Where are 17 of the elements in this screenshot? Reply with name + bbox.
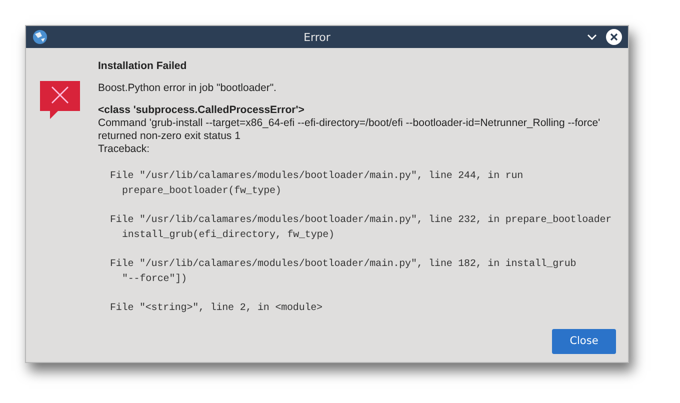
window-title: Error: [302, 30, 332, 44]
detail-line: returned non-zero exit status 1: [98, 130, 242, 143]
close-button[interactable]: Close: [552, 328, 616, 354]
traceback-line: File "/usr/lib/calamares/modules/bootloader/main.py", line 232, in prepare_bootloader: [110, 214, 612, 228]
exception-class: <class 'subprocess.CalledProcessError'>: [98, 104, 306, 117]
traceback-line: File "<string>", line 2, in <module>: [110, 302, 324, 316]
error-heading: Installation Failed: [98, 60, 188, 73]
traceback-line: File "/usr/lib/calamares/modules/bootloader/main.py", line 182, in install_grub: [110, 258, 578, 272]
globe-icon: [32, 29, 48, 45]
detail-line: Command 'grub-install --target=x86_64-efi --efi-directory=/boot/efi --bootloader-id=Netrunner_Rolling --force': [98, 117, 602, 130]
traceback-code: prepare_bootloader(fw_type): [121, 184, 282, 199]
traceback-line: File "/usr/lib/calamares/modules/bootloader/main.py", line 244, in run: [110, 170, 524, 184]
error-message: Boost.Python error in job "bootloader".: [98, 82, 278, 95]
traceback-code: "--force"]): [121, 272, 188, 287]
traceback-code: install_grub(efi_directory, fw_type): [121, 228, 336, 243]
close-icon[interactable]: [606, 29, 622, 45]
detail-line: Traceback:: [98, 143, 151, 156]
